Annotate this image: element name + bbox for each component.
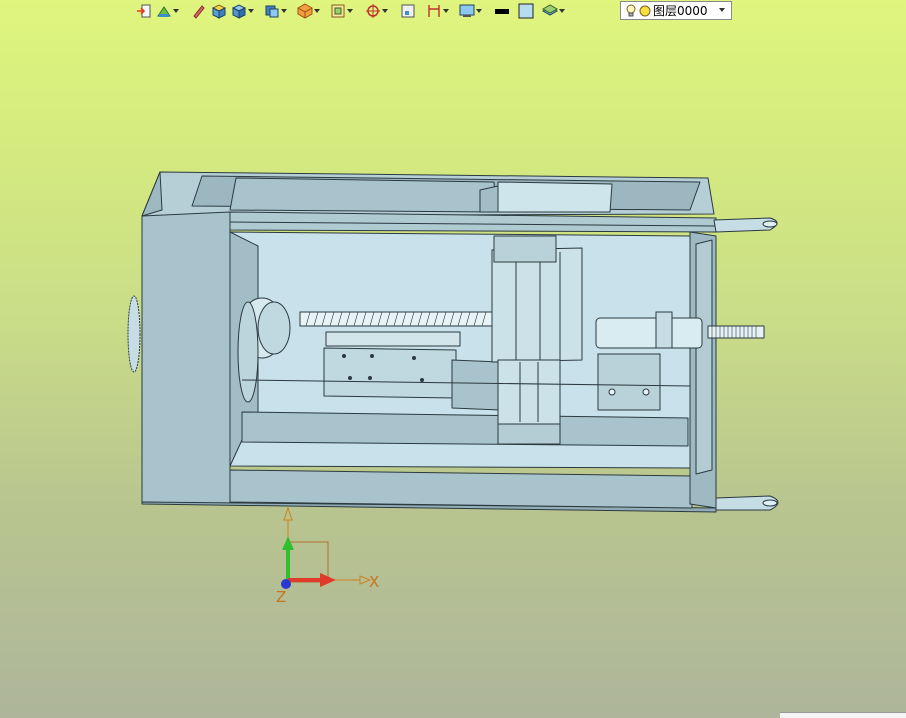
pencil-button[interactable] (191, 1, 207, 21)
slide-base (451, 359, 501, 411)
layers-icon (542, 4, 558, 16)
sketch-button[interactable] (156, 1, 179, 21)
dimension-icon (428, 5, 440, 17)
display-settings-icon (459, 4, 475, 17)
sun-icon (639, 5, 651, 16)
chuck-face (257, 301, 291, 355)
axis-triad: X Z (276, 506, 379, 606)
snap-target-icon (366, 4, 380, 18)
display-settings-button[interactable] (459, 1, 482, 21)
line-color-button[interactable] (494, 1, 510, 21)
box-shaded-alt-button[interactable] (231, 1, 254, 21)
view-orient-dropdown-arrow[interactable] (347, 9, 353, 13)
box-shaded-alt-icon (231, 4, 247, 19)
frame-bottom-face (229, 469, 693, 509)
box-view-icon (265, 5, 279, 18)
view-orient-icon (331, 4, 345, 18)
snap-target-dropdown-arrow[interactable] (382, 9, 388, 13)
tailstock-block (597, 353, 661, 411)
lower-carriage-block (497, 423, 561, 445)
carriage-top (493, 235, 557, 263)
tailstock-quill (595, 317, 703, 349)
sketch-icon (157, 6, 171, 17)
carriage-column (491, 247, 583, 363)
fill-color-button[interactable] (518, 1, 534, 21)
pencil-icon (193, 5, 205, 19)
lightbulb-icon (626, 4, 636, 16)
render-style-button[interactable] (297, 1, 320, 21)
drive-gear (127, 295, 141, 373)
slide-rail-left (325, 331, 461, 347)
tailstock-bolt-2 (642, 388, 650, 396)
frame-left-side (141, 171, 163, 217)
frame-interior-bottom (241, 411, 689, 447)
status-panel-corner (780, 712, 906, 718)
chuck-flange (237, 301, 259, 403)
box-shaded-alt-dropdown-arrow[interactable] (248, 9, 254, 13)
handle-bottom-hole (762, 499, 778, 507)
frame-left-panel (141, 211, 231, 505)
frame-right-window (695, 239, 713, 475)
layer-select[interactable]: 图层0000 (620, 1, 732, 20)
axis-z-label: Z (276, 588, 286, 606)
box-shaded-button[interactable] (211, 1, 227, 21)
axis-x-shaft (288, 578, 322, 582)
dimension-button[interactable] (426, 1, 449, 21)
snap-target-button[interactable] (365, 1, 388, 21)
import-icon (137, 4, 151, 18)
axis-y-arrow (282, 536, 294, 550)
dimension-dropdown-arrow[interactable] (443, 9, 449, 13)
render-style-icon (297, 3, 313, 19)
sketch-dropdown-arrow[interactable] (173, 9, 179, 13)
lower-carriage (497, 359, 561, 425)
layers-dropdown-arrow[interactable] (559, 9, 565, 13)
carriage-cap-side (479, 185, 499, 213)
triad-up-arrow (283, 506, 293, 521)
box-view-dropdown-arrow[interactable] (281, 9, 287, 13)
layers-button[interactable] (542, 1, 565, 21)
box-view-button[interactable] (264, 1, 287, 21)
axis-x-label: X (369, 573, 379, 591)
machine-model[interactable] (127, 171, 779, 513)
carriage-cap (497, 181, 613, 213)
import-button[interactable] (136, 1, 152, 21)
view-orient-button[interactable] (330, 1, 353, 21)
frame-icon (401, 4, 415, 18)
frame-top-inner (229, 177, 497, 213)
render-style-dropdown-arrow[interactable] (314, 9, 320, 13)
frame-button[interactable] (400, 1, 416, 21)
display-settings-dropdown-arrow[interactable] (476, 9, 482, 13)
line-color-icon (495, 9, 509, 14)
fill-color-icon (518, 3, 534, 19)
tailstock-bolt-1 (608, 388, 616, 396)
axis-y-shaft (286, 548, 290, 580)
layer-name: 图层0000 (653, 4, 708, 18)
3d-viewport[interactable]: X Z (0, 0, 906, 718)
handle-top-hole (762, 220, 778, 228)
top-crossbar (229, 211, 717, 233)
box-shaded-icon (211, 4, 227, 19)
layer-dropdown-arrow[interactable] (719, 8, 725, 12)
tailstock-clamp (655, 311, 673, 349)
